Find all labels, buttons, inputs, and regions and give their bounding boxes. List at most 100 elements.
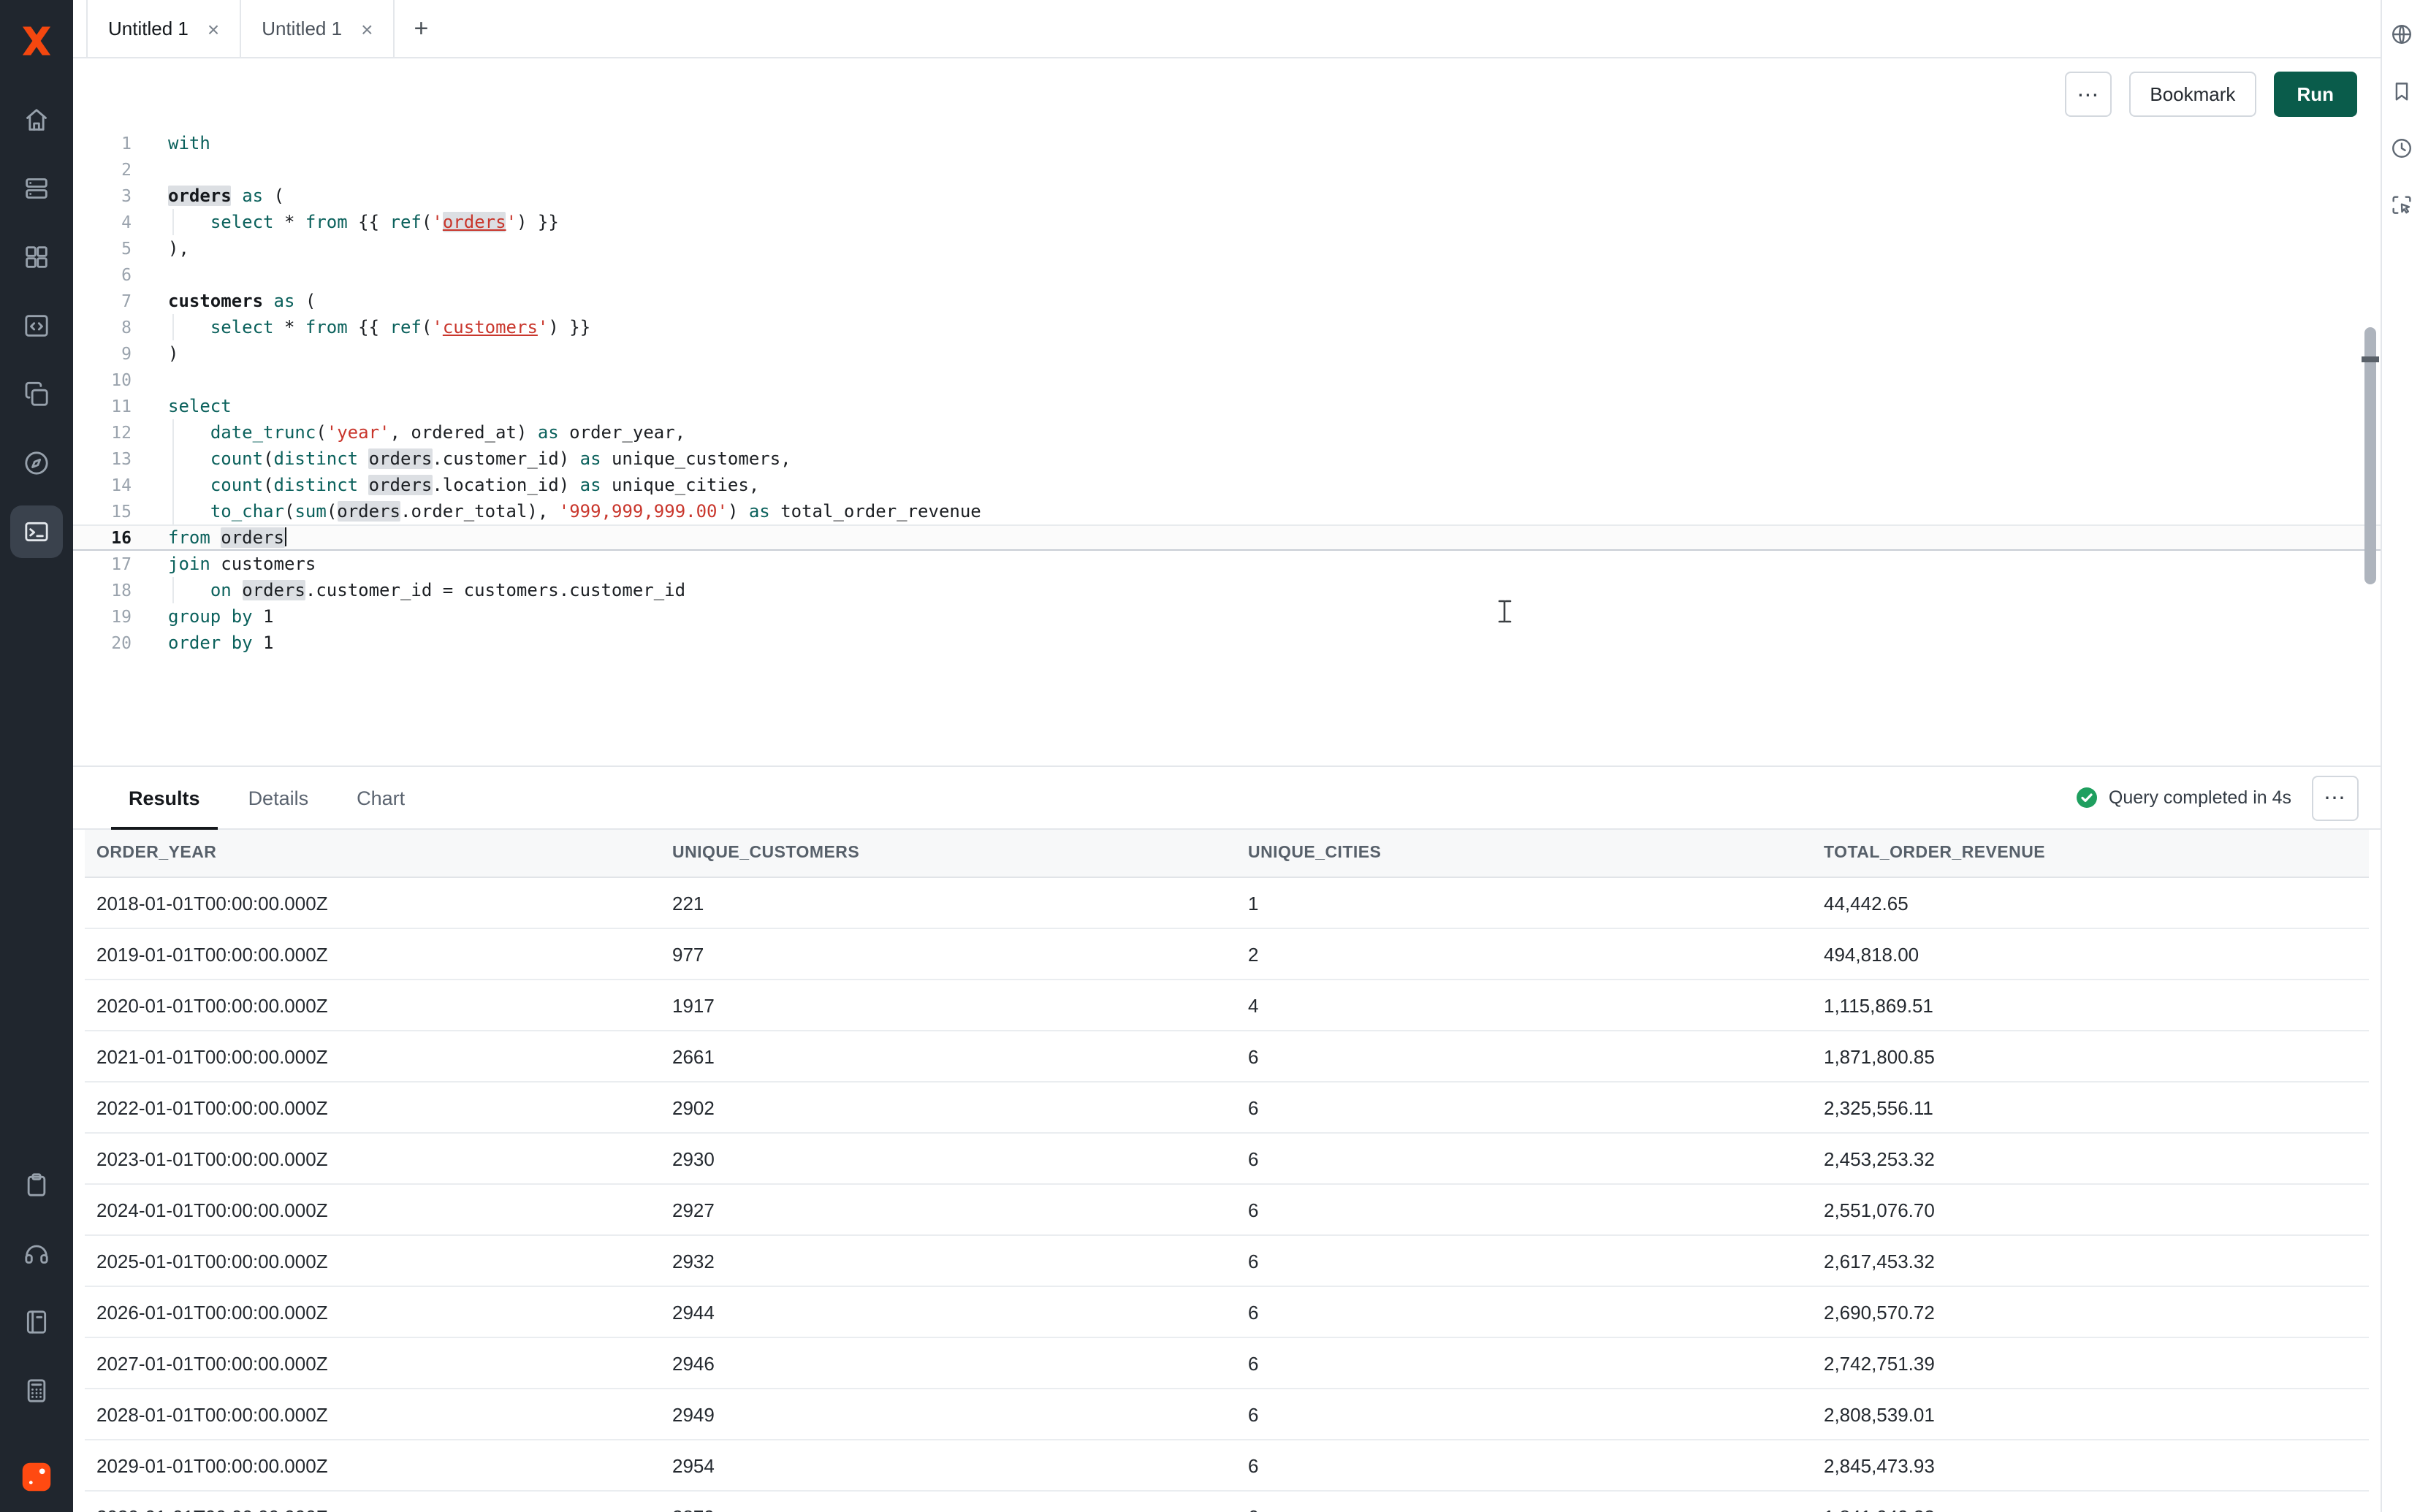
table-cell[interactable]: 1,841,049.32: [1812, 1505, 2369, 1512]
table-cell[interactable]: 6: [1236, 1148, 1812, 1169]
sql-code-editor[interactable]: 1with23orders as (4 select * from {{ ref…: [73, 130, 2381, 765]
table-cell[interactable]: 4: [1236, 994, 1812, 1016]
code-line[interactable]: 8 select * from {{ ref('customers') }}: [73, 314, 2381, 340]
table-cell[interactable]: 6: [1236, 1352, 1812, 1374]
code-line[interactable]: 10: [73, 367, 2381, 393]
table-cell[interactable]: 2,617,453.32: [1812, 1250, 2369, 1272]
nav-compass-button[interactable]: [10, 437, 63, 489]
nav-explore-button[interactable]: [2383, 12, 2419, 56]
nav-windows-button[interactable]: [10, 368, 63, 421]
table-cell[interactable]: 2,551,076.70: [1812, 1199, 2369, 1221]
more-options-button[interactable]: ⋯: [2065, 72, 2112, 117]
code-line[interactable]: 13 count(distinct orders.customer_id) as…: [73, 446, 2381, 472]
table-cell[interactable]: 2019-01-01T00:00:00.000Z: [85, 943, 661, 965]
table-row[interactable]: 2018-01-01T00:00:00.000Z221144,442.65: [85, 878, 2369, 929]
table-row[interactable]: 2021-01-01T00:00:00.000Z266161,871,800.8…: [85, 1031, 2369, 1083]
table-cell[interactable]: 977: [661, 943, 1236, 965]
table-cell[interactable]: 2944: [661, 1301, 1236, 1323]
table-cell[interactable]: 6: [1236, 1301, 1812, 1323]
nav-code-editor-button[interactable]: [10, 299, 63, 352]
table-cell[interactable]: 2927: [661, 1199, 1236, 1221]
column-header-total_order_revenue[interactable]: TOTAL_ORDER_REVENUE: [1812, 844, 2369, 862]
nav-journal-button[interactable]: [10, 1296, 63, 1348]
table-cell[interactable]: 2025-01-01T00:00:00.000Z: [85, 1250, 661, 1272]
table-cell[interactable]: 2024-01-01T00:00:00.000Z: [85, 1199, 661, 1221]
table-cell[interactable]: 2027-01-01T00:00:00.000Z: [85, 1352, 661, 1374]
code-line[interactable]: 12 date_trunc('year', ordered_at) as ord…: [73, 419, 2381, 446]
run-button[interactable]: Run: [2273, 72, 2357, 117]
nav-terminal-button[interactable]: [10, 505, 63, 558]
table-cell[interactable]: 44,442.65: [1812, 892, 2369, 914]
nav-bookmark-button[interactable]: [2383, 69, 2419, 112]
code-line[interactable]: 3orders as (: [73, 183, 2381, 209]
table-row[interactable]: 2023-01-01T00:00:00.000Z293062,453,253.3…: [85, 1134, 2369, 1185]
code-line[interactable]: 18 on orders.customer_id = customers.cus…: [73, 577, 2381, 603]
table-cell[interactable]: 2,453,253.32: [1812, 1148, 2369, 1169]
table-cell[interactable]: 494,818.00: [1812, 943, 2369, 965]
code-line[interactable]: 5),: [73, 235, 2381, 261]
table-row[interactable]: 2026-01-01T00:00:00.000Z294462,690,570.7…: [85, 1287, 2369, 1338]
code-line[interactable]: 9): [73, 340, 2381, 367]
table-row[interactable]: 2022-01-01T00:00:00.000Z290262,325,556.1…: [85, 1083, 2369, 1134]
tab-close-icon[interactable]: ×: [361, 18, 373, 39]
table-cell[interactable]: 2902: [661, 1096, 1236, 1118]
nav-headset-button[interactable]: [10, 1227, 63, 1280]
table-cell[interactable]: 2022-01-01T00:00:00.000Z: [85, 1096, 661, 1118]
table-cell[interactable]: 2,742,751.39: [1812, 1352, 2369, 1374]
nav-stack-button[interactable]: [10, 162, 63, 215]
nav-select-cursor-button[interactable]: [2383, 183, 2419, 226]
new-tab-button[interactable]: +: [395, 0, 447, 57]
results-tab-chart[interactable]: Chart: [339, 767, 422, 828]
code-line[interactable]: 15 to_char(sum(orders.order_total), '999…: [73, 498, 2381, 524]
editor-tab[interactable]: Untitled 1×: [241, 0, 395, 57]
table-cell[interactable]: 2,808,539.01: [1812, 1403, 2369, 1425]
table-cell[interactable]: 2020-01-01T00:00:00.000Z: [85, 994, 661, 1016]
code-line[interactable]: 4 select * from {{ ref('orders') }}: [73, 209, 2381, 235]
code-line[interactable]: 2: [73, 156, 2381, 183]
code-line[interactable]: 11select: [73, 393, 2381, 419]
table-cell[interactable]: 6: [1236, 1096, 1812, 1118]
table-cell[interactable]: 2946: [661, 1352, 1236, 1374]
code-line[interactable]: 6: [73, 261, 2381, 288]
table-row[interactable]: 2027-01-01T00:00:00.000Z294662,742,751.3…: [85, 1338, 2369, 1389]
table-row[interactable]: 2030-01-01T00:00:00.000Z287961,841,049.3…: [85, 1492, 2369, 1512]
editor-tab[interactable]: Untitled 1×: [86, 0, 241, 57]
table-cell[interactable]: 2026-01-01T00:00:00.000Z: [85, 1301, 661, 1323]
table-cell[interactable]: 6: [1236, 1045, 1812, 1067]
table-cell[interactable]: 2930: [661, 1148, 1236, 1169]
table-row[interactable]: 2028-01-01T00:00:00.000Z294962,808,539.0…: [85, 1389, 2369, 1440]
code-line[interactable]: 16from orders: [73, 524, 2381, 551]
table-row[interactable]: 2025-01-01T00:00:00.000Z293262,617,453.3…: [85, 1236, 2369, 1287]
table-cell[interactable]: 2932: [661, 1250, 1236, 1272]
table-cell[interactable]: 6: [1236, 1403, 1812, 1425]
nav-history-button[interactable]: [2383, 126, 2419, 169]
table-cell[interactable]: 221: [661, 892, 1236, 914]
code-line[interactable]: 20order by 1: [73, 630, 2381, 656]
table-cell[interactable]: 1: [1236, 892, 1812, 914]
table-cell[interactable]: 2,325,556.11: [1812, 1096, 2369, 1118]
results-tab-results[interactable]: Results: [111, 767, 218, 828]
table-row[interactable]: 2020-01-01T00:00:00.000Z191741,115,869.5…: [85, 980, 2369, 1031]
tab-close-icon[interactable]: ×: [208, 18, 219, 39]
table-cell[interactable]: 1917: [661, 994, 1236, 1016]
bookmark-button[interactable]: Bookmark: [2129, 72, 2256, 117]
table-row[interactable]: 2029-01-01T00:00:00.000Z295462,845,473.9…: [85, 1440, 2369, 1492]
table-cell[interactable]: 2661: [661, 1045, 1236, 1067]
column-header-unique_customers[interactable]: UNIQUE_CUSTOMERS: [661, 844, 1236, 862]
results-tab-details[interactable]: Details: [231, 767, 327, 828]
code-line[interactable]: 17join customers: [73, 551, 2381, 577]
table-cell[interactable]: 2879: [661, 1505, 1236, 1512]
code-line[interactable]: 14 count(distinct orders.location_id) as…: [73, 472, 2381, 498]
table-cell[interactable]: 2030-01-01T00:00:00.000Z: [85, 1505, 661, 1512]
table-cell[interactable]: 2,845,473.93: [1812, 1454, 2369, 1476]
table-cell[interactable]: 2018-01-01T00:00:00.000Z: [85, 892, 661, 914]
table-cell[interactable]: 2029-01-01T00:00:00.000Z: [85, 1454, 661, 1476]
results-more-button[interactable]: ⋯: [2312, 775, 2359, 820]
editor-scrollbar[interactable]: [2360, 130, 2381, 765]
table-cell[interactable]: 2,690,570.72: [1812, 1301, 2369, 1323]
table-cell[interactable]: 2021-01-01T00:00:00.000Z: [85, 1045, 661, 1067]
table-cell[interactable]: 6: [1236, 1505, 1812, 1512]
code-line[interactable]: 7customers as (: [73, 288, 2381, 314]
nav-app-logo-button[interactable]: [10, 1451, 63, 1503]
table-cell[interactable]: 6: [1236, 1199, 1812, 1221]
